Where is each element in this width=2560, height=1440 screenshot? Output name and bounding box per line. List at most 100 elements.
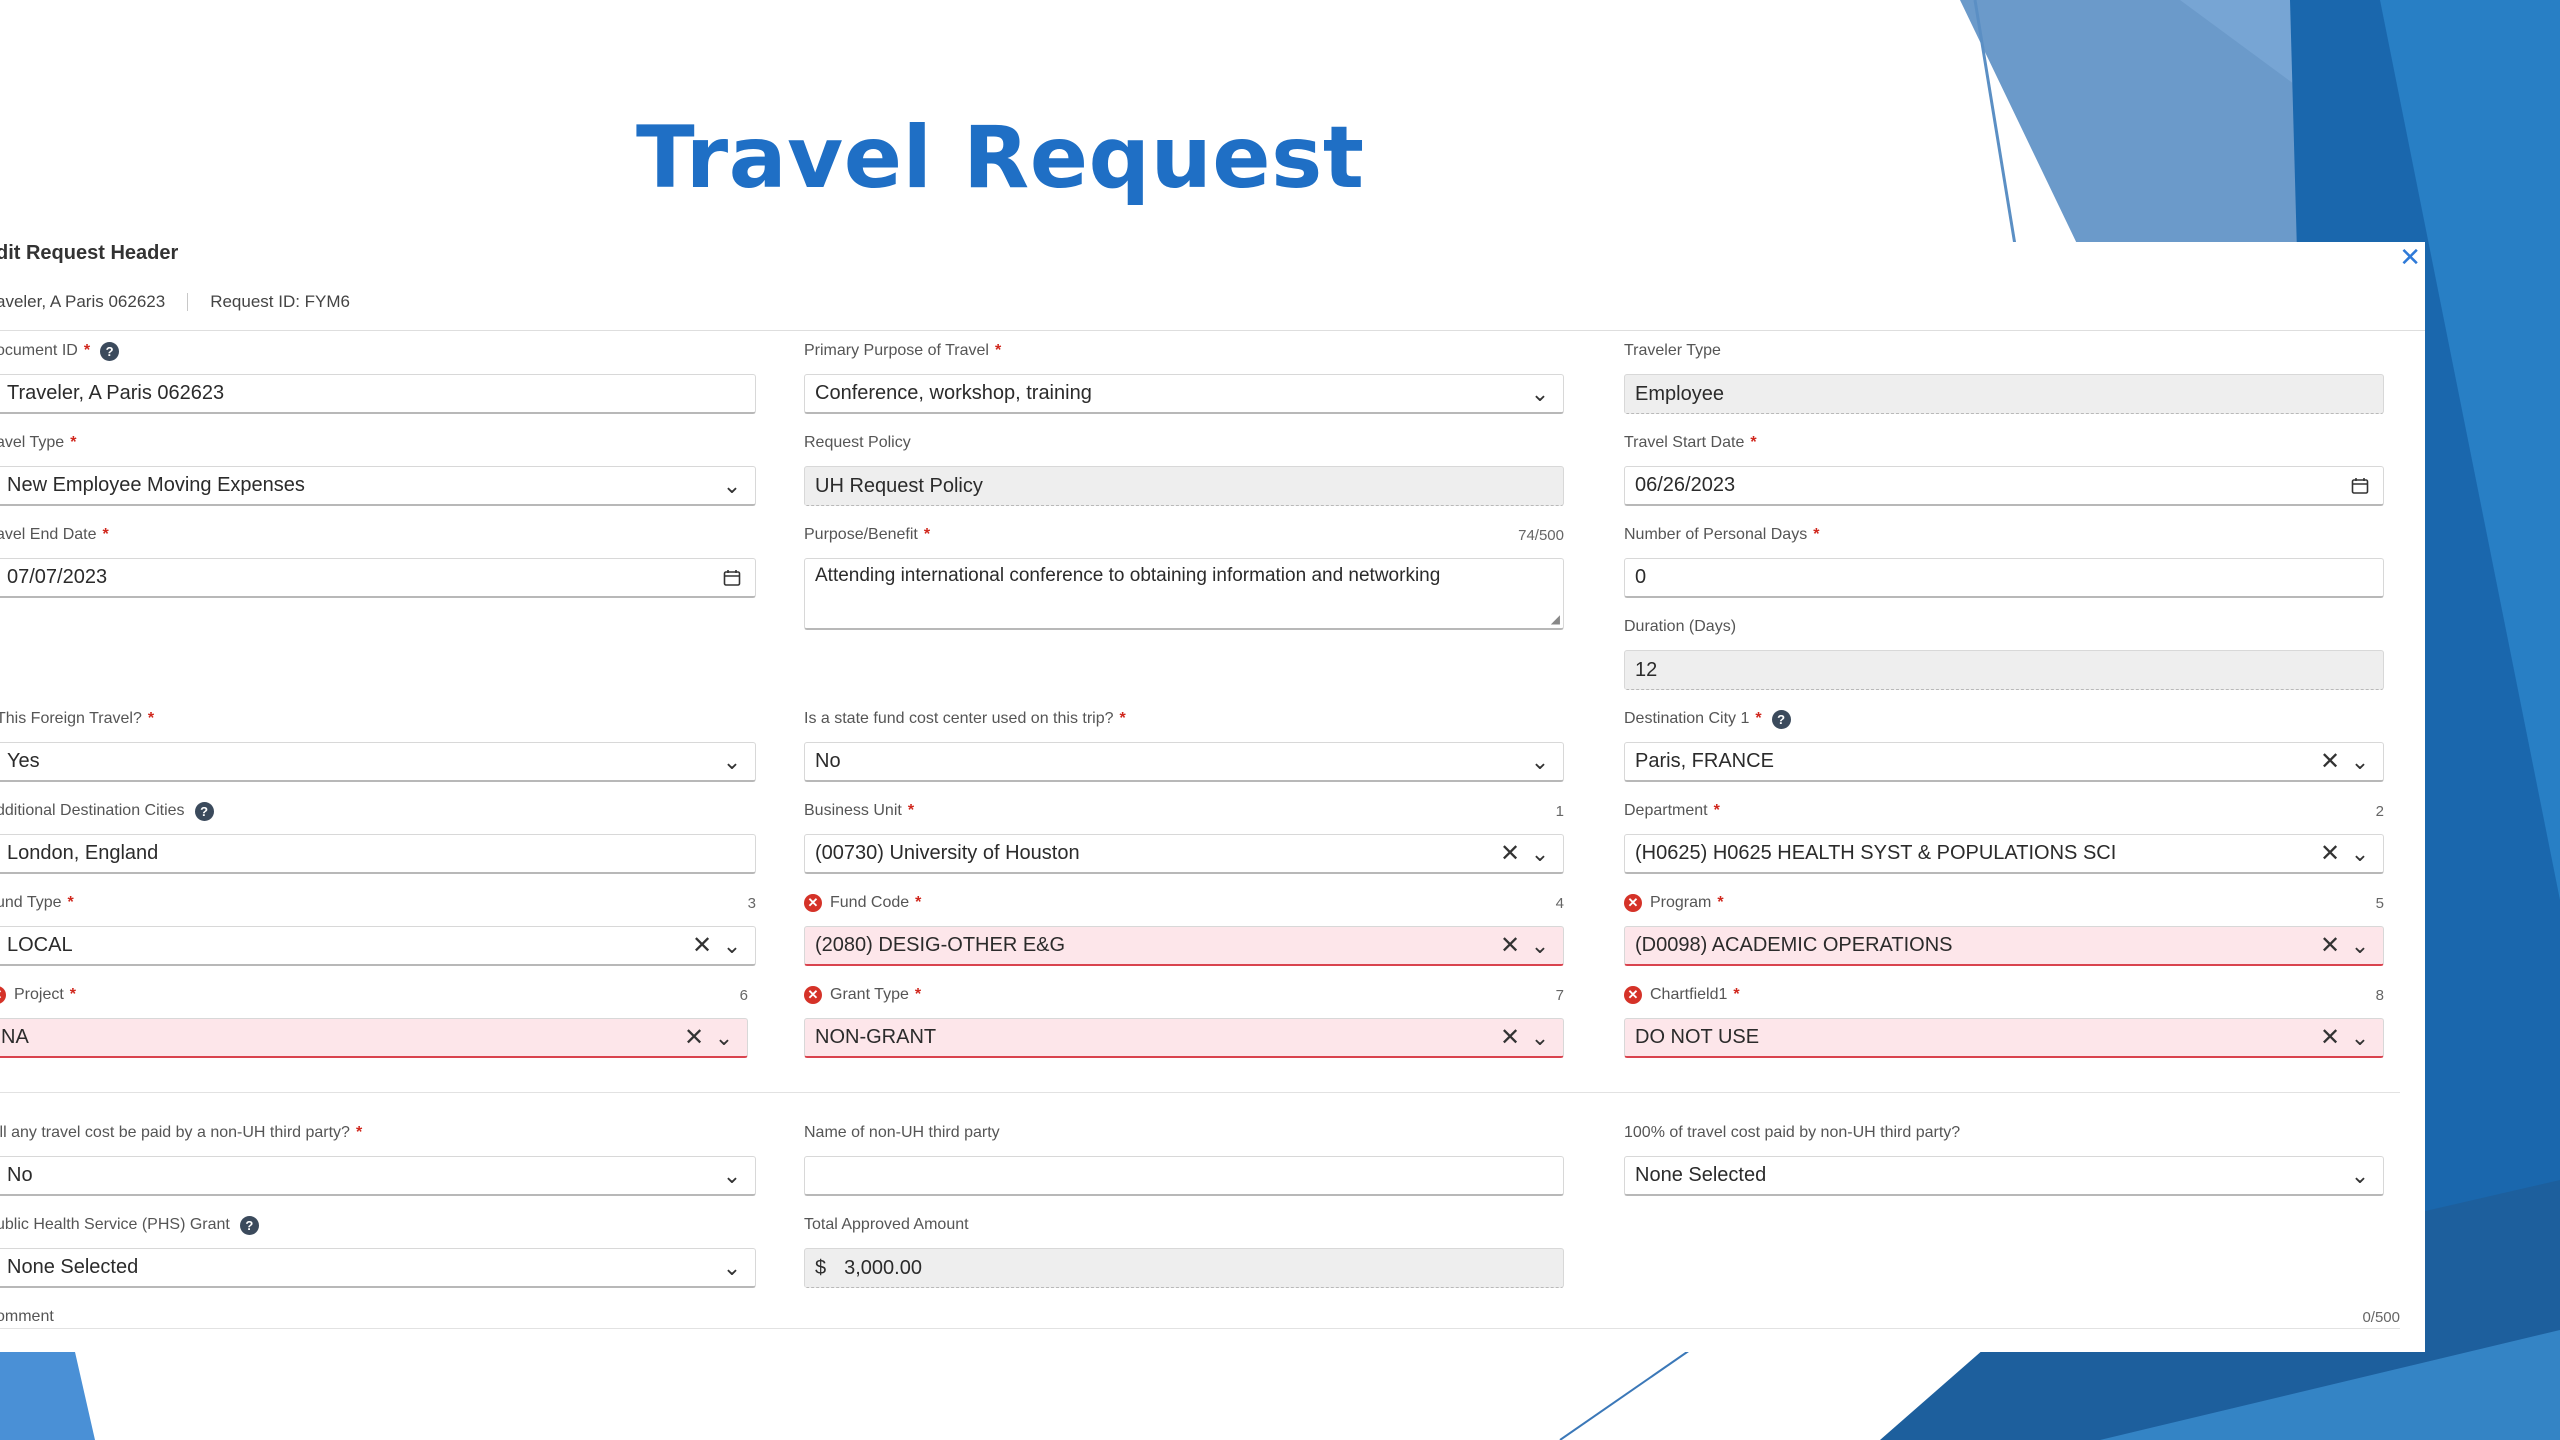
required-marker: * (1755, 710, 1762, 727)
request-policy-field: Request Policy UH Request Policy (804, 432, 1564, 506)
chevron-down-icon[interactable]: ⌄ (1527, 1025, 1553, 1051)
travel-end-date-value: 07/07/2023 (7, 566, 108, 588)
third-party-full-select[interactable]: None Selected ⌄ (1624, 1156, 2384, 1196)
help-icon[interactable]: ? (100, 341, 120, 361)
clear-icon[interactable]: ✕ (1497, 1023, 1523, 1052)
form-title: dit Request Header (0, 242, 179, 264)
business-unit-field: Business Unit * 1 (00730) University of Ho… (804, 800, 1564, 874)
grant-type-select[interactable]: NON-GRANT ✕ ⌄ (804, 1018, 1564, 1058)
chevron-down-icon[interactable]: ⌄ (1527, 933, 1553, 959)
additional-cities-input[interactable]: London, England (0, 834, 756, 874)
calendar-icon[interactable] (2347, 477, 2373, 495)
document-id-input[interactable]: Traveler, A Paris 062623 (0, 374, 756, 414)
chevron-down-icon[interactable]: ⌄ (2347, 933, 2373, 959)
grant-type-field: ✕ Grant Type * 7 NON-GRANT ✕ ⌄ (804, 984, 1564, 1058)
traveler-type-field: Traveler Type Employee (1624, 340, 2384, 414)
chevron-down-icon[interactable]: ⌄ (1527, 381, 1553, 407)
chevron-down-icon[interactable]: ⌄ (1527, 841, 1553, 867)
clear-icon[interactable]: ✕ (2317, 747, 2343, 776)
required-marker: * (923, 526, 931, 543)
travel-type-label: avel Type (0, 434, 65, 451)
destination-city-select[interactable]: Paris, FRANCE ✕ ⌄ (1624, 742, 2384, 782)
chevron-down-icon[interactable]: ⌄ (711, 1025, 737, 1051)
third-party-field: ill any travel cost be paid by a non-UH … (0, 1122, 756, 1196)
clear-icon[interactable]: ✕ (689, 931, 715, 960)
third-party-select[interactable]: No ⌄ (0, 1156, 756, 1196)
request-policy-readonly: UH Request Policy (804, 466, 1564, 506)
chevron-down-icon[interactable]: ⌄ (2347, 841, 2373, 867)
program-select[interactable]: (D0098) ACADEMIC OPERATIONS ✕ ⌄ (1624, 926, 2384, 966)
chartfield1-label: Chartfield1 (1650, 986, 1728, 1003)
state-fund-select[interactable]: No ⌄ (804, 742, 1564, 782)
chartfield-index: 1 (1555, 802, 1564, 820)
fund-code-label: Fund Code (830, 894, 910, 911)
foreign-travel-select[interactable]: Yes ⌄ (0, 742, 756, 782)
help-icon[interactable]: ? (194, 801, 214, 821)
additional-cities-value: London, England (7, 842, 159, 864)
phs-grant-field: ublic Health Service (PHS) Grant? None S… (0, 1214, 756, 1288)
purpose-benefit-textarea[interactable]: Attending international conference to ob… (804, 558, 1564, 630)
foreign-travel-label: This Foreign Travel? (0, 710, 142, 727)
duration-label: Duration (Days) (1624, 618, 1737, 635)
chartfield1-select[interactable]: DO NOT USE ✕ ⌄ (1624, 1018, 2384, 1058)
department-label: Department (1624, 802, 1708, 819)
chartfield-index: 6 (739, 986, 748, 1004)
close-icon[interactable]: ✕ (2399, 244, 2421, 270)
required-marker: * (994, 342, 1002, 359)
travel-type-value: New Employee Moving Expenses (7, 474, 305, 496)
business-unit-select[interactable]: (00730) University of Houston ✕ ⌄ (804, 834, 1564, 874)
fund-code-select[interactable]: (2080) DESIG-OTHER E&G ✕ ⌄ (804, 926, 1564, 966)
clear-icon[interactable]: ✕ (2317, 931, 2343, 960)
slide-title: Travel Request (636, 108, 1365, 208)
department-select[interactable]: (H0625) H0625 HEALTH SYST & POPULATIONS … (1624, 834, 2384, 874)
chevron-down-icon[interactable]: ⌄ (719, 473, 745, 499)
resize-handle-icon[interactable]: ◢ (1551, 612, 1560, 626)
project-select[interactable]: NA ✕ ⌄ (0, 1018, 748, 1058)
program-label: Program (1650, 894, 1712, 911)
chevron-down-icon[interactable]: ⌄ (719, 749, 745, 775)
required-marker: * (907, 802, 915, 819)
third-party-name-input[interactable] (804, 1156, 1564, 1196)
project-label: Project (14, 986, 64, 1003)
help-icon[interactable]: ? (239, 1215, 259, 1235)
header-divider (0, 330, 2425, 331)
travel-start-date-value: 06/26/2023 (1635, 474, 1736, 496)
clear-icon[interactable]: ✕ (2317, 1023, 2343, 1052)
required-marker: * (102, 526, 109, 543)
traveler-name: aveler, A Paris 062623 (0, 292, 166, 311)
travel-end-date-input[interactable]: 07/07/2023 (0, 558, 756, 598)
chartfield-index: 2 (2375, 802, 2384, 820)
primary-purpose-select[interactable]: Conference, workshop, training ⌄ (804, 374, 1564, 414)
clear-icon[interactable]: ✕ (2317, 839, 2343, 868)
chartfield-index: 3 (747, 894, 756, 912)
comment-box-top-edge[interactable] (0, 1328, 2400, 1329)
clear-icon[interactable]: ✕ (681, 1023, 707, 1052)
chevron-down-icon[interactable]: ⌄ (2347, 1163, 2373, 1189)
clear-icon[interactable]: ✕ (1497, 931, 1523, 960)
personal-days-input[interactable]: 0 (1624, 558, 2384, 598)
calendar-icon[interactable] (719, 569, 745, 587)
error-icon: ✕ (1624, 986, 1642, 1004)
required-marker: * (147, 710, 155, 727)
travel-start-date-input[interactable]: 06/26/2023 (1624, 466, 2384, 506)
state-fund-field: Is a state fund cost center used on this… (804, 708, 1564, 782)
state-fund-value: No (815, 750, 841, 772)
chevron-down-icon[interactable]: ⌄ (719, 1255, 745, 1281)
primary-purpose-field: Primary Purpose of Travel * Conference, w… (804, 340, 1564, 414)
request-meta: aveler, A Paris 062623 Request ID: FYM6 (0, 292, 350, 312)
phs-grant-select[interactable]: None Selected ⌄ (0, 1248, 756, 1288)
chevron-down-icon[interactable]: ⌄ (719, 1163, 745, 1189)
chevron-down-icon[interactable]: ⌄ (719, 933, 745, 959)
destination-city-label: Destination City 1 (1624, 710, 1750, 727)
chevron-down-icon[interactable]: ⌄ (1527, 749, 1553, 775)
chevron-down-icon[interactable]: ⌄ (2347, 1025, 2373, 1051)
phs-grant-label: ublic Health Service (PHS) Grant (0, 1216, 230, 1233)
required-marker: * (1733, 986, 1740, 1003)
primary-purpose-value: Conference, workshop, training (815, 382, 1092, 404)
chevron-down-icon[interactable]: ⌄ (2347, 749, 2373, 775)
help-icon[interactable]: ? (1771, 709, 1791, 729)
fund-type-select[interactable]: LOCAL ✕ ⌄ (0, 926, 756, 966)
business-unit-label: Business Unit (804, 802, 902, 819)
travel-type-select[interactable]: New Employee Moving Expenses ⌄ (0, 466, 756, 506)
clear-icon[interactable]: ✕ (1497, 839, 1523, 868)
